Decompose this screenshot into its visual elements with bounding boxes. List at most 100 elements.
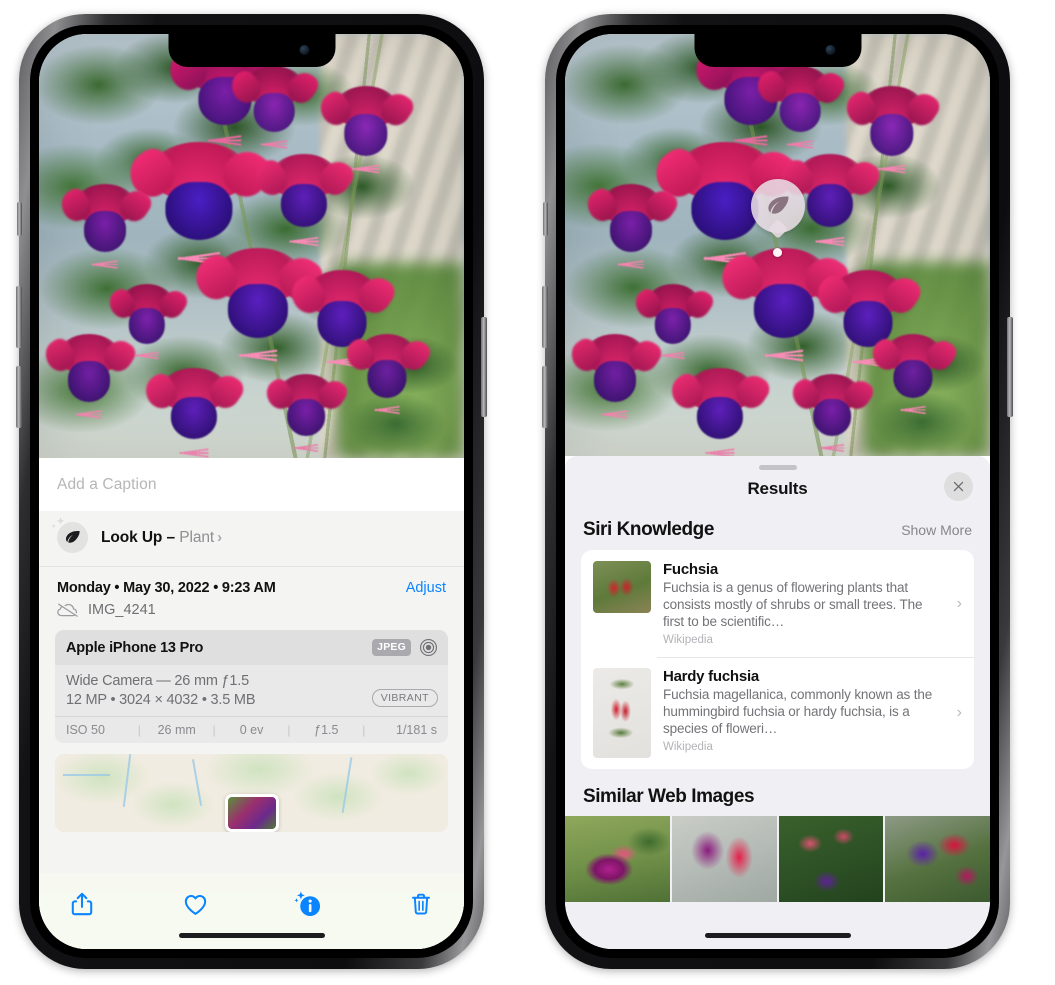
photo-info-panel: Add a Caption Look Up – Plant › Monday •… <box>39 458 464 949</box>
notch <box>694 34 861 67</box>
result-title: Hardy fuchsia <box>663 668 759 685</box>
mute-switch[interactable] <box>543 202 548 236</box>
result-source: Wikipedia <box>663 634 713 646</box>
volume-up-button[interactable] <box>542 286 548 348</box>
map-photo-pin[interactable] <box>224 794 279 832</box>
photo-vignette <box>39 34 464 458</box>
result-description: Fuchsia magellanica, commonly known as t… <box>663 687 933 736</box>
notch <box>168 34 335 67</box>
visual-look-up-badge[interactable] <box>751 179 805 233</box>
exif-shutter: 1/181 s <box>396 723 438 737</box>
list-item[interactable]: Fuchsia Fuchsia is a genus of flowering … <box>581 550 974 657</box>
similar-web-images-title: Similar Web Images <box>583 786 755 807</box>
map-road <box>122 754 131 807</box>
map-road <box>341 757 353 814</box>
sheet-header: Results <box>565 470 990 513</box>
look-up-prefix: Look Up – <box>101 528 180 546</box>
web-image-1[interactable] <box>565 816 670 902</box>
cloud-slash-icon <box>57 602 79 617</box>
similar-web-images-strip[interactable] <box>565 816 990 902</box>
share-button[interactable] <box>65 887 99 921</box>
web-image-4[interactable] <box>885 816 990 902</box>
exif-iso: ISO 50 <box>66 723 105 737</box>
photo-viewer[interactable] <box>39 34 464 458</box>
adjust-button[interactable]: Adjust <box>406 580 446 596</box>
camera-header-badges: JPEG <box>372 638 438 657</box>
map-road <box>62 774 111 777</box>
delete-button[interactable] <box>404 887 438 921</box>
visual-look-up-anchor-dot <box>773 248 782 257</box>
exif-focal: 26 mm <box>157 723 196 737</box>
power-button[interactable] <box>1007 317 1013 417</box>
exif-exposure: 0 ev <box>239 723 264 737</box>
sparkles-icon <box>51 517 65 529</box>
chevron-right-icon: › <box>217 528 222 546</box>
volume-up-button[interactable] <box>16 286 22 348</box>
mute-switch[interactable] <box>17 202 22 236</box>
result-source: Wikipedia <box>663 741 713 753</box>
datetime-row: Monday • May 30, 2022 • 9:23 AM Adjust <box>39 567 464 599</box>
siri-knowledge-header: Siri Knowledge Show More <box>565 513 990 550</box>
show-more-button[interactable]: Show More <box>901 522 972 538</box>
result-text: Fuchsia Fuchsia is a genus of flowering … <box>663 561 962 646</box>
info-button[interactable] <box>291 887 325 921</box>
similar-web-images-header: Similar Web Images <box>565 769 990 816</box>
photo-viewer[interactable] <box>565 34 990 456</box>
siri-knowledge-card: Fuchsia Fuchsia is a genus of flowering … <box>581 550 974 769</box>
results-sheet: Results Siri Knowledge Show More Fuchsia… <box>565 456 990 949</box>
camera-card-header: Apple iPhone 13 Pro JPEG <box>55 630 448 665</box>
filename-row: IMG_4241 <box>39 599 464 630</box>
info-sparkle-icon <box>294 891 321 917</box>
result-thumbnail <box>593 561 651 613</box>
volume-down-button[interactable] <box>16 366 22 428</box>
look-up-row[interactable]: Look Up – Plant › <box>39 511 464 567</box>
front-camera-icon <box>299 45 309 55</box>
front-camera-icon <box>825 45 835 55</box>
format-badge: JPEG <box>372 639 411 656</box>
leaf-icon-container <box>51 517 88 553</box>
close-button[interactable] <box>944 472 973 501</box>
result-thumbnail <box>593 668 651 758</box>
trash-icon <box>412 893 430 915</box>
web-image-2[interactable] <box>671 816 777 902</box>
siri-knowledge-title: Siri Knowledge <box>583 519 714 540</box>
volume-down-button[interactable] <box>542 366 548 428</box>
home-indicator[interactable] <box>178 933 325 938</box>
right-iphone-device: Results Siri Knowledge Show More Fuchsia… <box>542 14 1013 969</box>
close-icon <box>953 481 964 492</box>
left-screen: Add a Caption Look Up – Plant › Monday •… <box>39 34 464 949</box>
exif-row: ISO 50 | 26 mm | 0 ev | ƒ1.5 | 1/181 s <box>55 716 448 743</box>
share-icon <box>71 892 93 916</box>
device-bezel: Results Siri Knowledge Show More Fuchsia… <box>556 25 999 958</box>
look-up-label: Look Up – Plant › <box>101 529 222 547</box>
camera-card-body: Wide Camera — 26 mm ƒ1.5 12 MP • 3024 × … <box>55 665 448 716</box>
list-item[interactable]: Hardy fuchsia Fuchsia magellanica, commo… <box>581 657 974 769</box>
power-button[interactable] <box>481 317 487 417</box>
device-bezel: Add a Caption Look Up – Plant › Monday •… <box>30 25 473 958</box>
leaf-icon <box>768 196 789 214</box>
map-road <box>192 758 203 806</box>
camera-lens-line: Wide Camera — 26 mm ƒ1.5 <box>66 673 249 689</box>
left-iphone-device: Add a Caption Look Up – Plant › Monday •… <box>16 14 487 969</box>
location-map[interactable] <box>55 754 448 832</box>
exif-aperture: ƒ1.5 <box>314 723 339 737</box>
result-description: Fuchsia is a genus of flowering plants t… <box>663 580 923 629</box>
aperture-icon <box>420 639 437 656</box>
camera-info-card[interactable]: Apple iPhone 13 Pro JPEG Wide Camera — 2… <box>55 630 448 743</box>
right-screen: Results Siri Knowledge Show More Fuchsia… <box>565 34 990 949</box>
photographic-style-badge: VIBRANT <box>371 688 438 707</box>
home-indicator[interactable] <box>704 933 851 938</box>
sheet-title: Results <box>747 479 808 498</box>
look-up-subject: Plant <box>179 528 215 546</box>
camera-model: Apple iPhone 13 Pro <box>66 639 204 656</box>
caption-input[interactable]: Add a Caption <box>39 458 464 511</box>
favorite-button[interactable] <box>178 887 212 921</box>
photo-vignette <box>565 34 990 456</box>
web-image-3[interactable] <box>778 816 884 902</box>
chevron-right-icon: › <box>956 704 962 721</box>
chevron-right-icon: › <box>956 594 962 612</box>
result-text: Hardy fuchsia Fuchsia magellanica, commo… <box>663 668 962 758</box>
result-title: Fuchsia <box>663 561 718 578</box>
photo-filename: IMG_4241 <box>88 602 156 618</box>
photo-datetime: Monday • May 30, 2022 • 9:23 AM <box>57 580 276 596</box>
